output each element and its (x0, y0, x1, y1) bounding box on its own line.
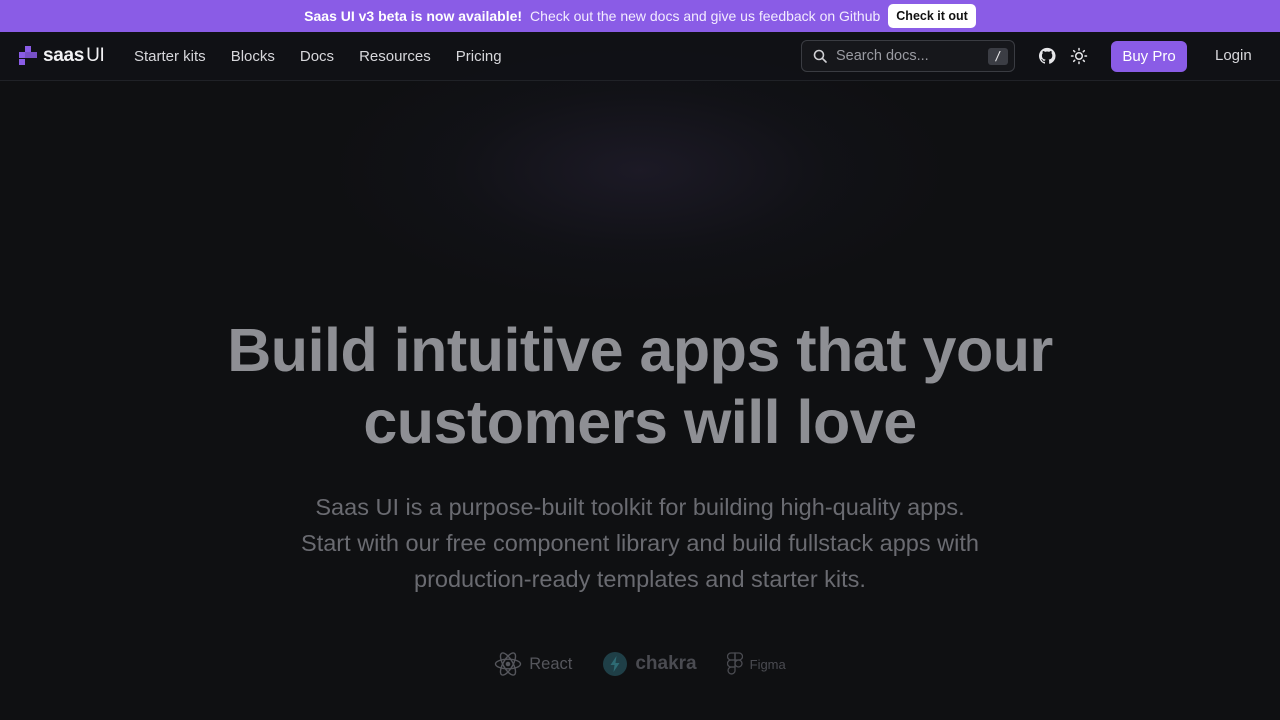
sun-icon[interactable] (1070, 47, 1088, 65)
hero-title: Build intuitive apps that your customers… (0, 314, 1280, 458)
hero-title-line-1: Build intuitive apps that your (227, 316, 1053, 384)
login-link[interactable]: Login (1215, 47, 1252, 64)
hero-subtitle: Saas UI is a purpose-built toolkit for b… (0, 489, 1280, 597)
banner-message: Check out the new docs and give us feedb… (530, 8, 881, 24)
check-it-out-button[interactable]: Check it out (888, 4, 976, 28)
react-logo: React (494, 651, 572, 677)
hero-subtitle-line-1: Saas UI is a purpose-built toolkit for b… (315, 494, 965, 520)
search-shortcut-key: / (988, 48, 1008, 65)
announcement-banner: Saas UI v3 beta is now available! Check … (0, 0, 1280, 32)
search-placeholder: Search docs... (836, 48, 929, 64)
nav-pricing[interactable]: Pricing (456, 48, 502, 65)
search-icon (813, 49, 827, 63)
nav-docs[interactable]: Docs (300, 48, 334, 65)
banner-headline: Saas UI v3 beta is now available! (304, 8, 523, 24)
nav-links: Starter kits Blocks Docs Resources Prici… (134, 32, 502, 80)
hero-subtitle-line-3: production-ready templates and starter k… (414, 566, 866, 592)
chakra-icon (603, 652, 628, 676)
chakra-logo: chakra (602, 651, 697, 677)
chakra-label: chakra (635, 653, 697, 674)
figma-label: Figma (749, 656, 786, 672)
logo-text: saas UI (43, 45, 105, 66)
github-icon[interactable] (1038, 47, 1056, 65)
nav-resources[interactable]: Resources (359, 48, 431, 65)
buy-pro-button[interactable]: Buy Pro (1111, 41, 1187, 72)
figma-icon (726, 652, 743, 675)
tech-stack-logos: React chakra Figma (0, 650, 1280, 678)
react-label: React (529, 654, 573, 673)
hero-subtitle-line-2: Start with our free component library an… (301, 530, 979, 556)
figma-logo: Figma (726, 652, 786, 676)
nav-blocks[interactable]: Blocks (231, 48, 275, 65)
saas-ui-logo[interactable]: saas UI (18, 44, 105, 68)
top-navbar: saas UI Starter kits Blocks Docs Resource… (0, 32, 1280, 81)
react-icon (495, 652, 522, 676)
search-docs-input[interactable]: Search docs... / (801, 40, 1015, 72)
nav-starter-kits[interactable]: Starter kits (134, 48, 206, 65)
hero-title-line-2: customers will love (363, 388, 917, 456)
logo-mark-icon (18, 45, 38, 67)
